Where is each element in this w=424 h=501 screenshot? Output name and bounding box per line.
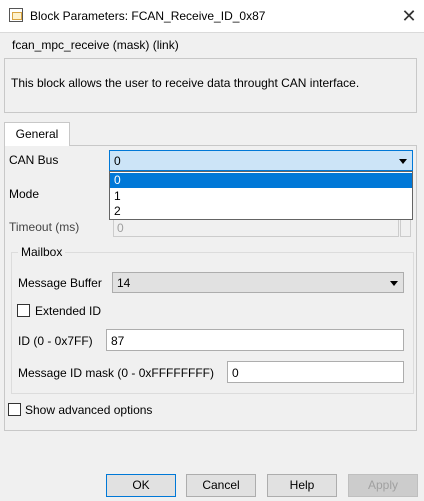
id-mask-label: Message ID mask (0 - 0xFFFFFFFF) bbox=[18, 366, 215, 380]
can-bus-select[interactable]: 0 bbox=[109, 150, 413, 171]
ok-button[interactable]: OK bbox=[106, 474, 176, 497]
extended-id-label: Extended ID bbox=[35, 304, 102, 318]
chevron-down-icon bbox=[390, 281, 398, 286]
id-mask-field[interactable]: 0 bbox=[227, 361, 404, 383]
block-parameters-icon bbox=[9, 8, 23, 22]
id-field[interactable]: 87 bbox=[106, 329, 404, 351]
tab-general[interactable]: General bbox=[4, 122, 70, 146]
mask-title: fcan_mpc_receive (mask) (link) bbox=[12, 38, 179, 52]
mailbox-title: Mailbox bbox=[18, 245, 66, 259]
can-bus-dropdown: 0 1 2 bbox=[109, 171, 413, 220]
timeout-value: 0 bbox=[117, 221, 124, 235]
id-value: 87 bbox=[111, 334, 125, 348]
advanced-options-checkbox[interactable] bbox=[8, 403, 21, 416]
can-bus-option[interactable]: 2 bbox=[110, 204, 412, 219]
mode-label: Mode bbox=[9, 187, 40, 201]
window-title: Block Parameters: FCAN_Receive_ID_0x87 bbox=[30, 9, 266, 23]
can-bus-label: CAN Bus bbox=[9, 153, 59, 167]
can-bus-option[interactable]: 0 bbox=[110, 173, 412, 188]
can-bus-option[interactable]: 1 bbox=[110, 189, 412, 204]
message-buffer-label: Message Buffer bbox=[18, 276, 102, 290]
can-bus-value: 0 bbox=[114, 154, 121, 168]
close-icon[interactable]: ✕ bbox=[395, 2, 423, 30]
apply-button[interactable]: Apply bbox=[348, 474, 418, 497]
advanced-options-label: Show advanced options bbox=[25, 403, 153, 417]
cancel-button[interactable]: Cancel bbox=[186, 474, 256, 497]
message-buffer-select[interactable]: 14 bbox=[112, 272, 404, 293]
id-mask-value: 0 bbox=[232, 366, 239, 380]
message-buffer-value: 14 bbox=[117, 276, 131, 290]
title-divider bbox=[0, 32, 424, 33]
chevron-down-icon bbox=[399, 159, 407, 164]
id-label: ID (0 - 0x7FF) bbox=[18, 334, 93, 348]
timeout-label: Timeout (ms) bbox=[9, 220, 80, 234]
mask-description: This block allows the user to receive da… bbox=[11, 76, 360, 90]
extended-id-checkbox[interactable] bbox=[17, 304, 30, 317]
help-button[interactable]: Help bbox=[267, 474, 337, 497]
